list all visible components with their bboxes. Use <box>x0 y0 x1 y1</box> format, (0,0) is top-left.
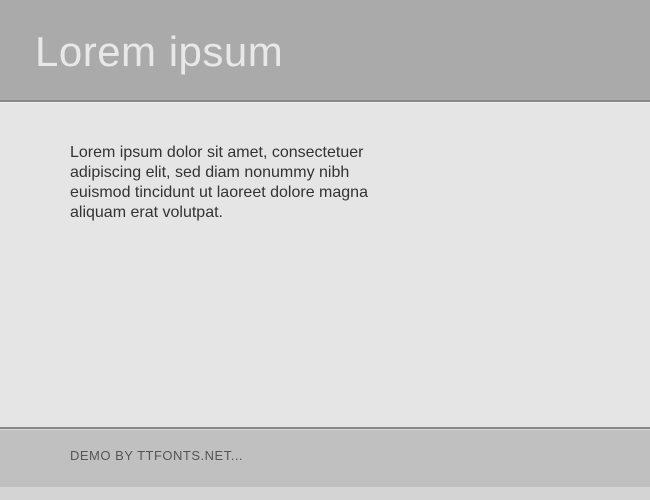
footer-text: DEMO BY TTFONTS.NET... <box>70 448 650 463</box>
footer: DEMO BY TTFONTS.NET... <box>0 429 650 487</box>
body-text: Lorem ipsum dolor sit amet, consectetuer… <box>70 143 380 223</box>
page-title: Lorem ipsum <box>35 28 650 76</box>
content-area: Lorem ipsum dolor sit amet, consectetuer… <box>0 102 650 429</box>
header: Lorem ipsum <box>0 0 650 102</box>
